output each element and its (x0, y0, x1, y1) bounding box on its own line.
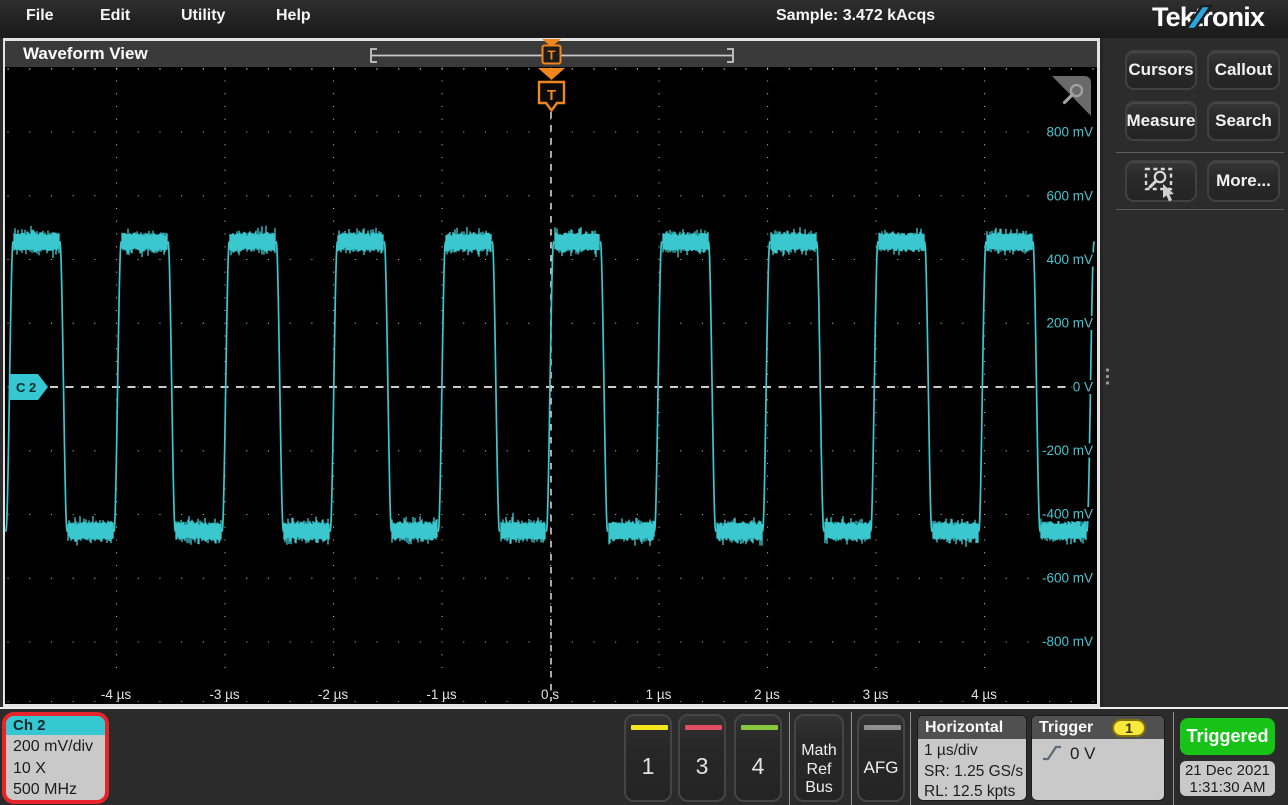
svg-text:-200 mV: -200 mV (1042, 443, 1093, 458)
svg-text:3 µs: 3 µs (863, 687, 889, 702)
svg-text:2 µs: 2 µs (754, 687, 780, 702)
svg-text:-3 µs: -3 µs (209, 687, 240, 702)
svg-text:0 V: 0 V (1070, 744, 1096, 763)
svg-text:-800 mV: -800 mV (1042, 634, 1093, 649)
svg-text:0 V: 0 V (1073, 380, 1093, 395)
svg-text:400 mV: 400 mV (1046, 252, 1093, 267)
svg-text:1 µs: 1 µs (646, 687, 672, 702)
svg-text:-400 mV: -400 mV (1042, 507, 1093, 522)
svg-text:4 µs: 4 µs (971, 687, 997, 702)
svg-text:0 s: 0 s (541, 687, 559, 702)
svg-text:600 mV: 600 mV (1046, 189, 1093, 204)
svg-text:800 mV: 800 mV (1046, 125, 1093, 140)
svg-text:-4 µs: -4 µs (101, 687, 132, 702)
svg-text:200 mV: 200 mV (1046, 316, 1093, 331)
svg-text:-600 mV: -600 mV (1042, 571, 1093, 586)
svg-text:-2 µs: -2 µs (318, 687, 349, 702)
svg-text:-1 µs: -1 µs (426, 687, 457, 702)
